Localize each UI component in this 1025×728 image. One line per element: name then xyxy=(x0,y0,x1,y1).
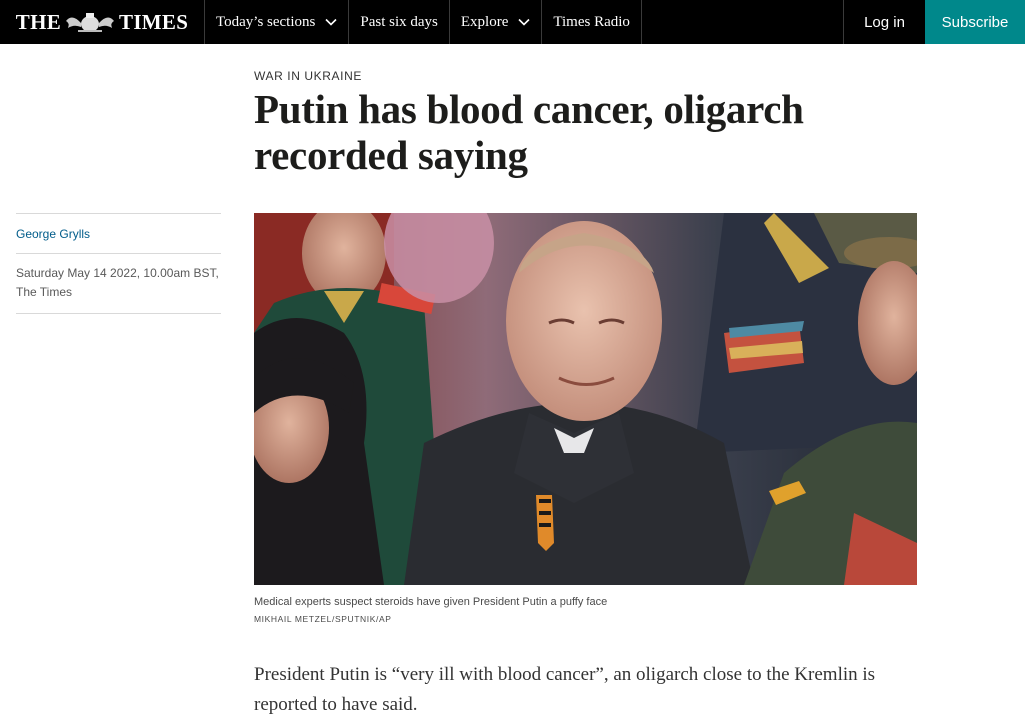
article-lede-paragraph: President Putin is “very ill with blood … xyxy=(254,664,876,715)
nav-past-six-days-label: Past six days xyxy=(360,13,438,30)
nav-todays-sections[interactable]: Today’s sections xyxy=(205,0,350,44)
publish-dateline: Saturday May 14 2022, 10.00am BST, The T… xyxy=(16,254,221,313)
byline-divider-bottom xyxy=(16,313,221,314)
login-button[interactable]: Log in xyxy=(843,0,925,44)
byline: George Grylls Saturday May 14 2022, 10.0… xyxy=(16,213,221,314)
article-headline: Putin has blood cancer, oligarch recorde… xyxy=(254,86,804,178)
logo-text-times: TIMES xyxy=(119,9,189,34)
logo-text-the: THE xyxy=(15,9,62,34)
the-times-logo[interactable]: THE TIMES xyxy=(0,0,205,44)
nav-times-radio-label: Times Radio xyxy=(553,13,630,30)
author-link[interactable]: George Grylls xyxy=(16,214,221,253)
article-lead-image xyxy=(254,213,917,585)
chevron-down-icon xyxy=(518,18,530,26)
publish-date: Saturday May 14 2022, 10.00am BST, xyxy=(16,266,219,280)
publication-name: The Times xyxy=(16,285,73,299)
royal-crest-icon xyxy=(66,13,115,32)
subscribe-button[interactable]: Subscribe xyxy=(925,0,1025,44)
nav-times-radio[interactable]: Times Radio xyxy=(542,0,642,44)
top-navigation-bar: THE TIMES Today’s sections Past six days… xyxy=(0,0,1025,44)
image-caption: Medical experts suspect steroids have gi… xyxy=(254,596,608,608)
image-credit: MIKHAIL METZEL/SPUTNIK/AP xyxy=(254,614,392,624)
lead-image-illustration xyxy=(254,213,917,585)
chevron-down-icon xyxy=(325,18,337,26)
section-label[interactable]: WAR IN UKRAINE xyxy=(254,69,362,83)
nav-explore[interactable]: Explore xyxy=(450,0,543,44)
nav-todays-sections-label: Today’s sections xyxy=(216,13,316,30)
nav-explore-label: Explore xyxy=(460,13,509,30)
nav-past-six-days[interactable]: Past six days xyxy=(349,0,450,44)
